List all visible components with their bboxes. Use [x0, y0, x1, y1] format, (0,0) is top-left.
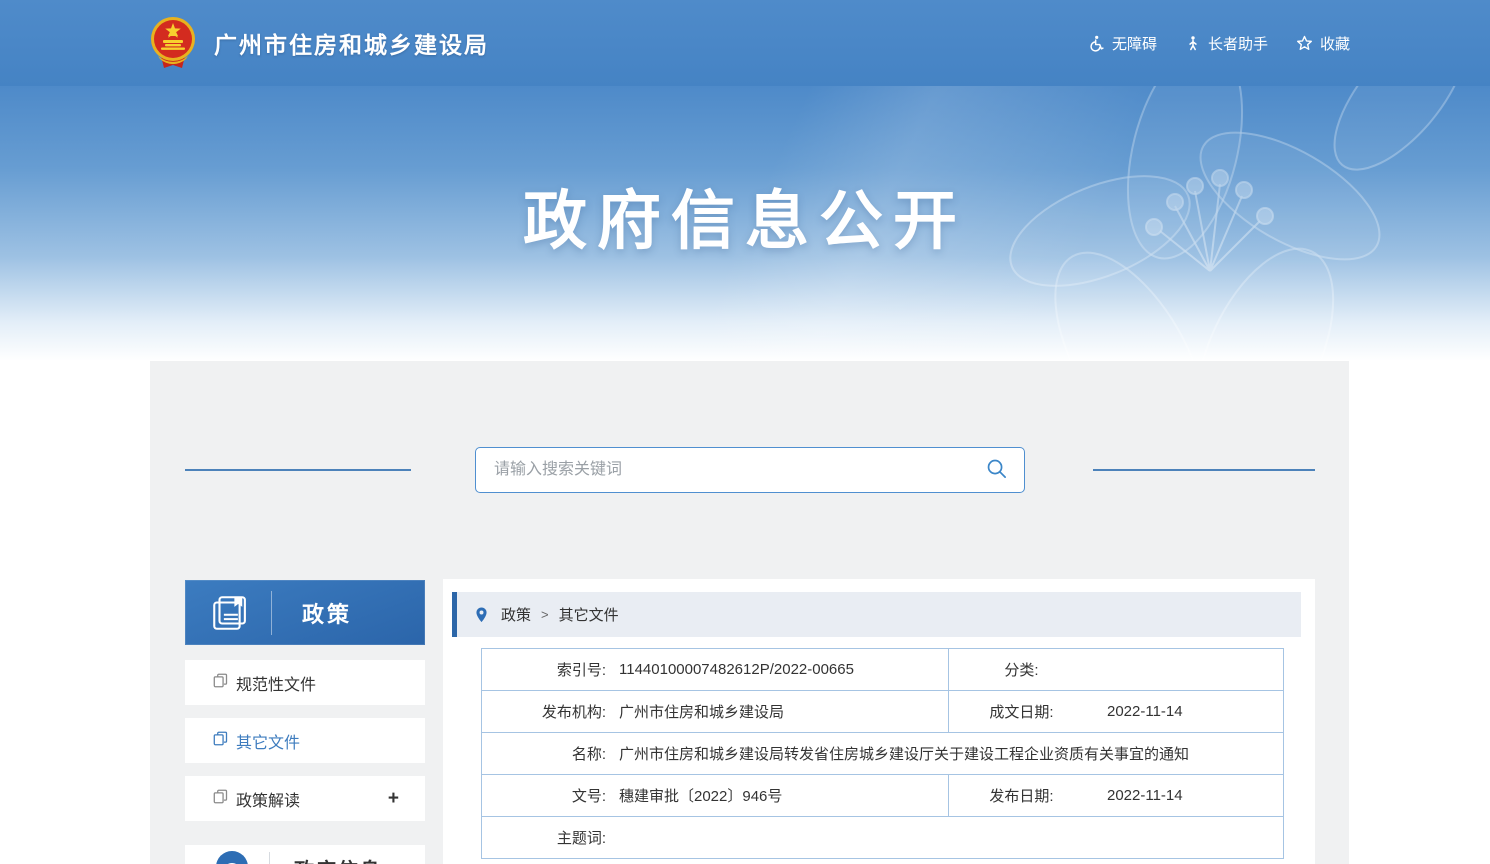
- site-header: 广州市住房和城乡建设局 无障碍: [0, 0, 1490, 86]
- doc-number-cell: 文号: 穗建审批〔2022〕946号: [482, 775, 949, 817]
- search-decor-line-right: [1093, 469, 1315, 471]
- search-button[interactable]: [968, 448, 1024, 492]
- issue-date-cell: 成文日期: 2022-11-14: [949, 691, 1284, 733]
- favorite-label: 收藏: [1320, 33, 1350, 54]
- search-input[interactable]: [476, 448, 968, 492]
- book-icon: [209, 592, 251, 634]
- sidebar-section-title: 政府信息: [294, 854, 404, 864]
- document-meta-table: 索引号: 11440100007482612P/2022-00665 分类: 发…: [481, 648, 1284, 859]
- elder-assist-label: 长者助手: [1208, 33, 1268, 54]
- page: 广州市住房和城乡建设局 无障碍: [0, 0, 1490, 864]
- field-value: 11440100007482612P/2022-00665: [619, 661, 854, 678]
- circle-icon: [215, 850, 249, 864]
- field-label: 主题词:: [482, 827, 606, 848]
- breadcrumb-separator: >: [541, 607, 549, 622]
- search-bar: [475, 447, 1025, 493]
- page-banner: 政府信息公开: [0, 86, 1490, 361]
- table-row: 名称: 广州市住房和城乡建设局转发省住房城乡建设厅关于建设工程企业资质有关事宜的…: [482, 733, 1284, 775]
- field-label: 名称:: [482, 743, 606, 764]
- star-icon: [1296, 35, 1313, 52]
- breadcrumb-root-link[interactable]: 政策: [501, 604, 531, 625]
- field-label: 索引号:: [482, 659, 606, 680]
- table-row: 发布机构: 广州市住房和城乡建设局 成文日期: 2022-11-14: [482, 691, 1284, 733]
- table-row: 文号: 穗建审批〔2022〕946号 发布日期: 2022-11-14: [482, 775, 1284, 817]
- divider: [271, 591, 272, 635]
- breadcrumb-accent-bar: [452, 592, 457, 637]
- sidebar-section-policy[interactable]: 政策: [185, 580, 425, 645]
- category-cell: 分类:: [949, 649, 1284, 691]
- favorite-link[interactable]: 收藏: [1296, 33, 1350, 54]
- field-value: 广州市住房和城乡建设局转发省住房城乡建设厅关于建设工程企业资质有关事宜的通知: [619, 743, 1189, 764]
- elder-icon: [1185, 35, 1201, 52]
- utility-links: 无障碍 长者助手 收藏: [1088, 0, 1350, 86]
- sidebar-section-gov-info[interactable]: 政府信息: [185, 845, 425, 864]
- document-icon: [213, 789, 228, 809]
- title-cell: 名称: 广州市住房和城乡建设局转发省住房城乡建设厅关于建设工程企业资质有关事宜的…: [482, 733, 1284, 775]
- field-value: 2022-11-14: [1107, 703, 1183, 720]
- sidebar-item-label: 政策解读: [236, 787, 300, 811]
- page-title: 政府信息公开: [0, 170, 1490, 262]
- field-label: 文号:: [482, 785, 606, 806]
- field-value: 穗建审批〔2022〕946号: [619, 785, 782, 806]
- accessibility-icon: [1088, 35, 1105, 52]
- field-label: 分类:: [949, 659, 1094, 680]
- expand-plus-icon[interactable]: +: [388, 788, 399, 810]
- field-value: 2022-11-14: [1107, 787, 1183, 804]
- issuer-cell: 发布机构: 广州市住房和城乡建设局: [482, 691, 949, 733]
- sidebar-section-title: 政策: [302, 597, 352, 629]
- breadcrumb-current[interactable]: 其它文件: [559, 604, 619, 625]
- table-row: 索引号: 11440100007482612P/2022-00665 分类:: [482, 649, 1284, 691]
- field-label: 发布机构:: [482, 701, 606, 722]
- keywords-cell: 主题词:: [482, 817, 1284, 859]
- site-title[interactable]: 广州市住房和城乡建设局: [214, 26, 489, 60]
- document-icon: [213, 673, 228, 693]
- accessibility-label: 无障碍: [1112, 33, 1157, 54]
- search-icon: [985, 457, 1008, 483]
- field-label: 成文日期:: [949, 701, 1094, 722]
- document-icon: [213, 731, 228, 751]
- divider: [269, 852, 270, 864]
- field-value: 广州市住房和城乡建设局: [619, 701, 784, 722]
- accessibility-link[interactable]: 无障碍: [1088, 33, 1157, 54]
- elder-assist-link[interactable]: 长者助手: [1185, 33, 1268, 54]
- field-label: 发布日期:: [949, 785, 1094, 806]
- national-emblem-icon: [148, 16, 198, 70]
- location-pin-icon: [474, 606, 489, 624]
- sidebar-item-label: 其它文件: [236, 729, 300, 753]
- index-number-cell: 索引号: 11440100007482612P/2022-00665: [482, 649, 949, 691]
- detail-panel: 政策 > 其它文件 索引号: 11440100007482612P/2022-0…: [443, 579, 1315, 864]
- sidebar-item-policy-interpretation[interactable]: 政策解读 +: [185, 776, 425, 821]
- publish-date-cell: 发布日期: 2022-11-14: [949, 775, 1284, 817]
- sidebar-item-other-docs[interactable]: 其它文件: [185, 718, 425, 763]
- sidebar-item-label: 规范性文件: [236, 671, 316, 695]
- table-row: 主题词:: [482, 817, 1284, 859]
- search-decor-line-left: [185, 469, 411, 471]
- brand[interactable]: 广州市住房和城乡建设局: [148, 0, 489, 86]
- breadcrumb: 政策 > 其它文件: [452, 592, 1301, 637]
- sidebar-item-normative-docs[interactable]: 规范性文件: [185, 660, 425, 705]
